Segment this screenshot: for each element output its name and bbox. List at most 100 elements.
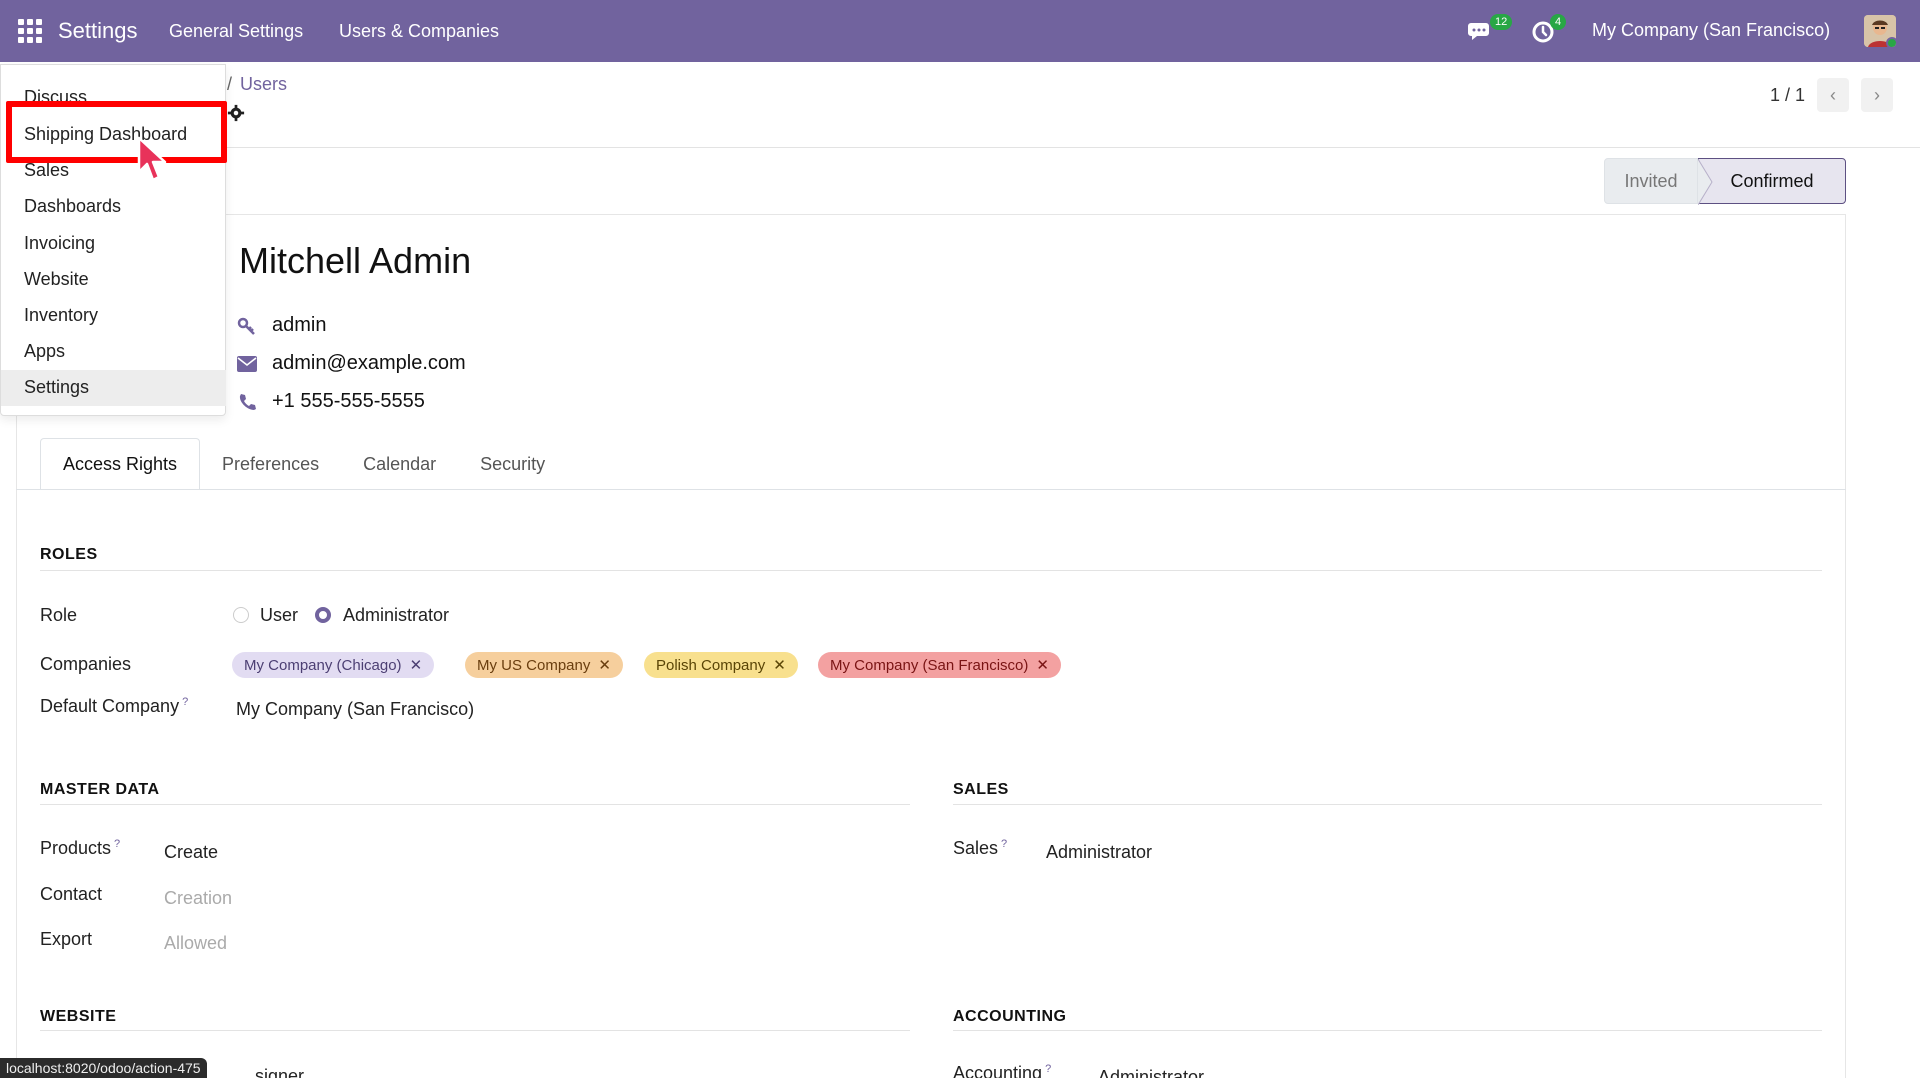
company-tag-label: My Company (Chicago)	[244, 656, 402, 674]
sales-label-text: Sales	[953, 838, 999, 858]
menu-item-inventory[interactable]: Inventory	[24, 305, 98, 326]
menu-item-sales[interactable]: Sales	[24, 160, 69, 181]
export-value[interactable]: Allowed	[164, 933, 227, 954]
default-company-label: Default Company?	[40, 696, 188, 717]
chevron-right-icon: ›	[1874, 84, 1880, 105]
form-sheet	[16, 214, 1846, 1078]
role-label: Role	[40, 605, 78, 625]
company-tag-label: My US Company	[477, 656, 591, 674]
tab-security[interactable]: Security	[458, 438, 567, 490]
breadcrumb-separator: /	[227, 74, 233, 94]
remove-icon[interactable]: ✕	[1036, 656, 1049, 674]
accounting-section-title: ACCOUNTING	[953, 1008, 1067, 1025]
menu-item-invoicing[interactable]: Invoicing	[24, 233, 95, 254]
remove-icon[interactable]: ✕	[410, 656, 423, 674]
remove-icon[interactable]: ✕	[773, 656, 786, 674]
menu-item-dashboards[interactable]: Dashboards	[24, 196, 121, 217]
accounting-label: Accounting?	[953, 1063, 1051, 1078]
login-value: admin	[272, 314, 327, 336]
remove-icon[interactable]: ✕	[598, 656, 611, 674]
company-tag-chicago[interactable]: My Company (Chicago) ✕	[232, 652, 435, 678]
status-invited[interactable]: Invited	[1604, 158, 1698, 204]
website-role-value[interactable]: signer	[255, 1066, 304, 1078]
help-icon[interactable]: ?	[182, 696, 188, 708]
key-icon	[236, 316, 258, 336]
products-label-text: Products	[40, 838, 112, 858]
accounting-value[interactable]: Administrator	[1098, 1067, 1204, 1078]
mouse-cursor-icon	[137, 136, 167, 182]
menu-general-settings[interactable]: General Settings	[169, 21, 303, 42]
user-name[interactable]: Mitchell Admin	[239, 240, 471, 282]
messages-badge: 12	[1490, 14, 1513, 30]
status-confirmed[interactable]: Confirmed	[1698, 158, 1846, 205]
online-status-icon	[1886, 37, 1896, 47]
company-tag-label: Polish Company	[656, 656, 766, 674]
status-arrow-icon	[1698, 159, 1713, 205]
tab-access-rights[interactable]: Access Rights	[40, 438, 201, 490]
role-administrator-label[interactable]: Administrator	[343, 605, 449, 626]
envelope-icon	[236, 354, 258, 374]
export-label: Export	[40, 929, 93, 949]
contact-label: Contact	[40, 884, 103, 904]
default-company-label-text: Default Company	[40, 696, 180, 716]
help-icon[interactable]: ?	[1045, 1063, 1051, 1075]
company-tag-label: My Company (San Francisco)	[830, 656, 1029, 674]
breadcrumb-users[interactable]: Users	[240, 74, 287, 94]
sales-section-title: SALES	[953, 781, 1009, 798]
login-field[interactable]: admin	[236, 314, 326, 337]
user-statusbar: Invited Confirmed	[1604, 158, 1846, 205]
menu-item-apps[interactable]: Apps	[24, 341, 65, 362]
default-company-value[interactable]: My Company (San Francisco)	[236, 699, 474, 720]
master-data-section-line	[40, 804, 910, 805]
pager-value[interactable]: 1 / 1	[1770, 85, 1805, 106]
activities-button[interactable]: 4	[1532, 14, 1572, 46]
messages-button[interactable]: 12	[1468, 14, 1513, 46]
user-avatar[interactable]	[1864, 15, 1896, 47]
menu-item-website[interactable]: Website	[24, 269, 89, 290]
gear-icon[interactable]	[227, 104, 245, 122]
apps-menu-icon[interactable]	[18, 19, 42, 43]
status-confirmed-label: Confirmed	[1730, 170, 1814, 191]
companies-label: Companies	[40, 654, 132, 674]
contact-value[interactable]: Creation	[164, 888, 232, 909]
help-icon[interactable]: ?	[1001, 838, 1007, 850]
accounting-section-line	[953, 1030, 1822, 1031]
products-label: Products?	[40, 838, 120, 859]
company-tag-polish[interactable]: Polish Company ✕	[644, 652, 798, 678]
products-value[interactable]: Create	[164, 842, 218, 863]
menu-item-settings[interactable]: Settings	[24, 377, 89, 398]
company-tag-san-francisco[interactable]: My Company (San Francisco) ✕	[818, 652, 1061, 678]
pager-next-button[interactable]: ›	[1861, 78, 1893, 112]
sales-section-line	[953, 804, 1822, 805]
highlight-annotation	[6, 101, 227, 163]
email-value: admin@example.com	[272, 352, 466, 374]
chevron-left-icon: ‹	[1830, 84, 1836, 105]
control-panel-divider	[0, 147, 1920, 148]
phone-field[interactable]: +1 555-555-5555	[236, 390, 425, 413]
tab-calendar[interactable]: Calendar	[341, 438, 458, 490]
roles-section-line	[40, 570, 1822, 571]
tabs-underline	[16, 489, 1846, 490]
app-brand[interactable]: Settings	[58, 18, 138, 44]
sales-value[interactable]: Administrator	[1046, 842, 1152, 863]
roles-section-title: ROLES	[40, 546, 98, 563]
help-icon[interactable]: ?	[114, 838, 120, 850]
company-switcher[interactable]: My Company (San Francisco)	[1592, 20, 1830, 41]
menu-users-companies[interactable]: Users & Companies	[339, 21, 499, 42]
accounting-label-text: Accounting	[953, 1063, 1043, 1078]
pager-previous-button[interactable]: ‹	[1817, 78, 1849, 112]
sales-label: Sales?	[953, 838, 1007, 859]
role-administrator-radio[interactable]	[315, 607, 331, 623]
tab-preferences[interactable]: Preferences	[200, 438, 341, 490]
phone-icon	[236, 392, 258, 412]
top-navbar: Settings General Settings Users & Compan…	[0, 0, 1920, 62]
website-section-title: WEBSITE	[40, 1008, 117, 1025]
breadcrumb: / Users	[227, 74, 287, 95]
activities-badge: 4	[1550, 14, 1567, 30]
phone-value: +1 555-555-5555	[272, 390, 425, 412]
email-field[interactable]: admin@example.com	[236, 352, 466, 375]
form-tabs: Access Rights Preferences Calendar Secur…	[40, 438, 567, 490]
company-tag-us[interactable]: My US Company ✕	[465, 652, 623, 678]
role-user-label[interactable]: User	[260, 605, 298, 626]
role-user-radio[interactable]	[233, 607, 249, 623]
